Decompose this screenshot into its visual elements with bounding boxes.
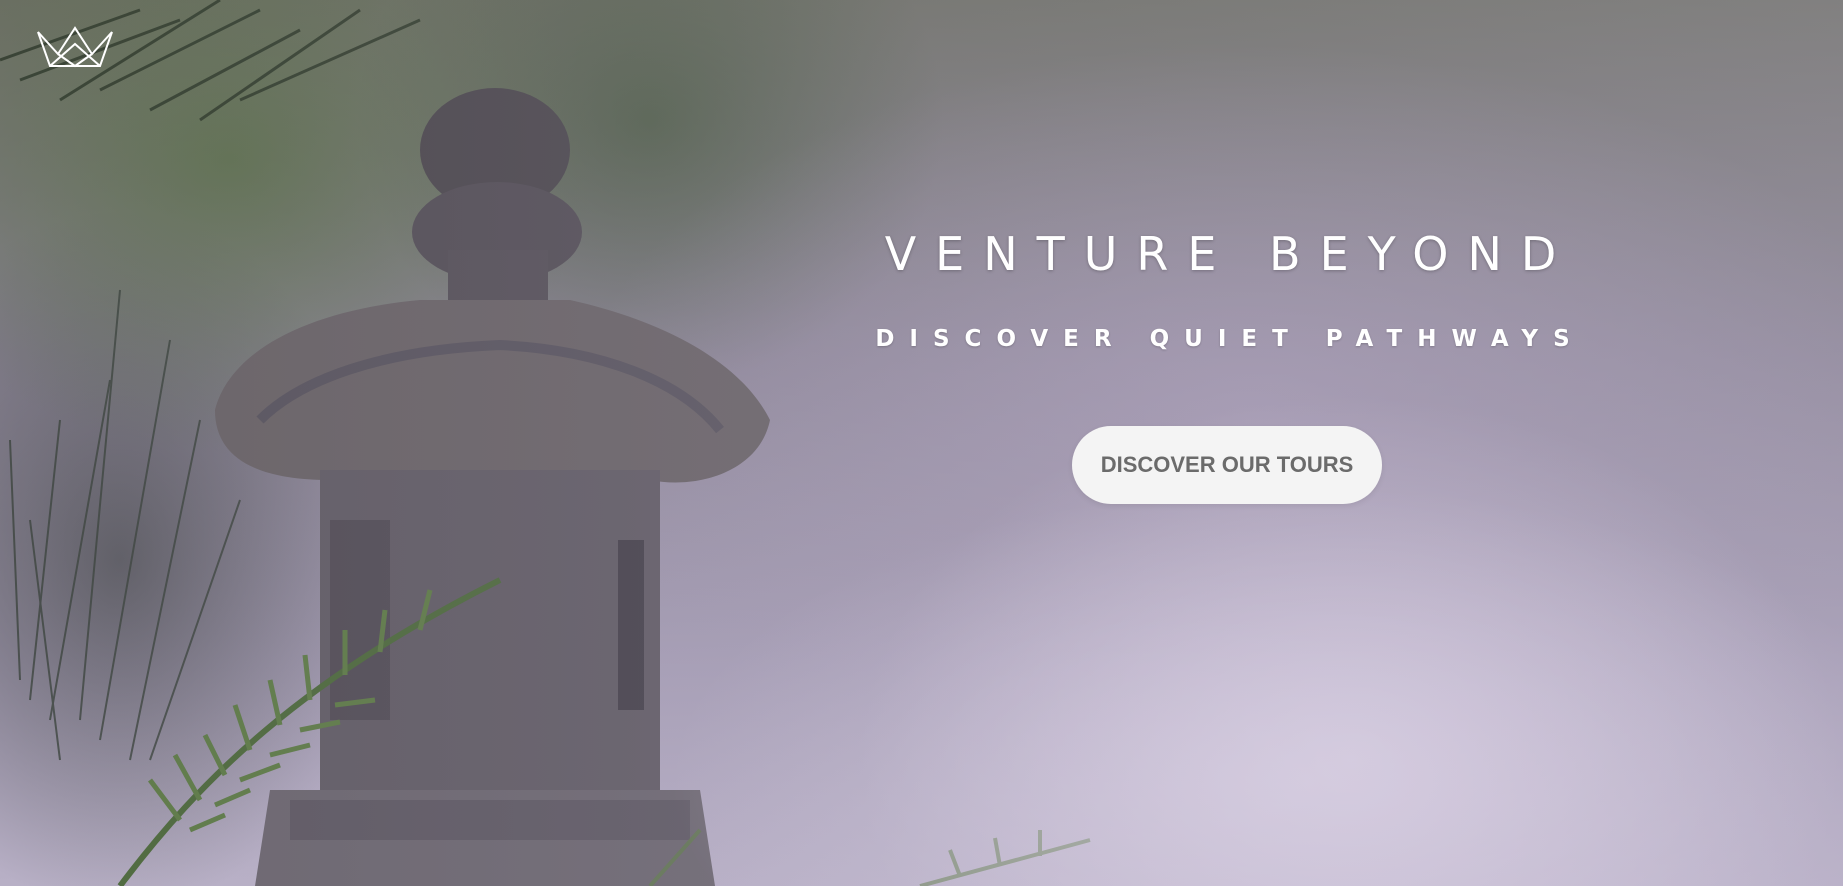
hero-background (0, 0, 1843, 886)
hero-subheadline: DISCOVER QUIET PATHWAYS (875, 326, 1585, 352)
hero-headline: VENTURE BEYOND (884, 227, 1576, 281)
discover-tours-button[interactable]: DISCOVER OUR TOURS (1072, 426, 1382, 504)
mist-overlay (0, 0, 1843, 886)
crown-icon[interactable] (36, 26, 114, 68)
